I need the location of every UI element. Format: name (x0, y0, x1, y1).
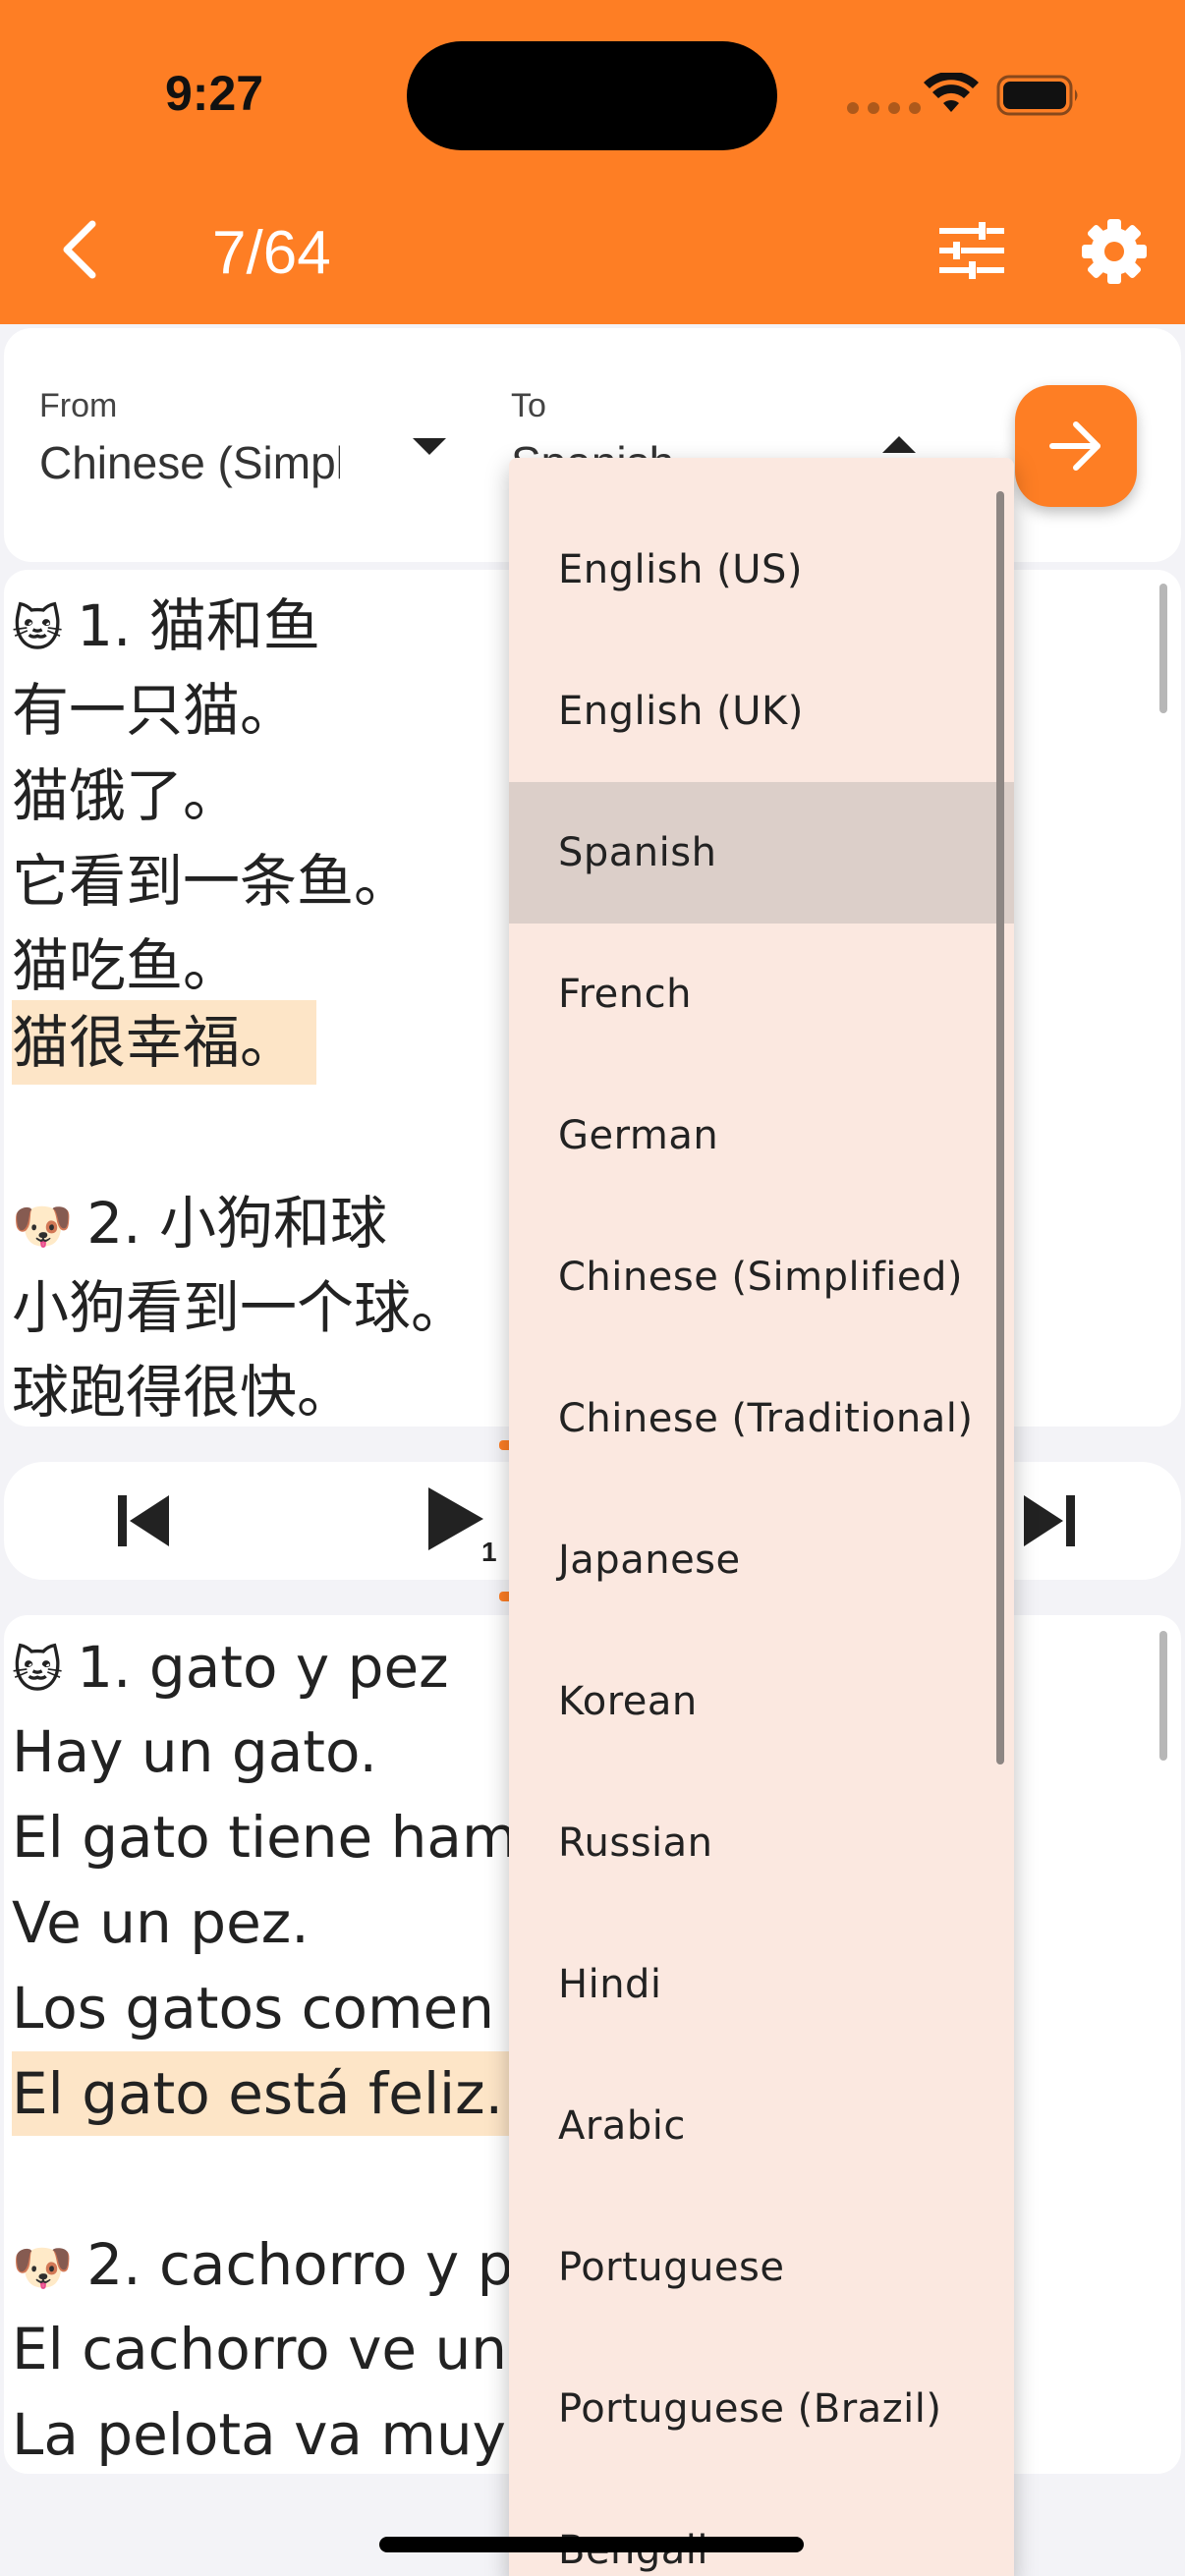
text-line: 🐱 1. 猫和鱼 (12, 592, 320, 659)
language-option[interactable]: Portuguese (Brazil) (509, 2338, 1014, 2480)
page-counter: 7/64 (212, 219, 331, 287)
text-line: La pelota va muy (12, 2401, 506, 2468)
highlighted-text-line: El gato está feliz. (12, 2051, 524, 2136)
language-option[interactable]: Bengali (509, 2480, 1014, 2576)
text-line: Ve un pez. (12, 1889, 310, 1956)
language-option[interactable]: Russian (509, 1772, 1014, 1914)
tune-icon[interactable] (939, 222, 1004, 279)
text-line: 球跑得很快。 (12, 1359, 355, 1426)
language-option[interactable]: Japanese (509, 1489, 1014, 1631)
translation-scrollbar[interactable] (1159, 1631, 1167, 1761)
cat-emoji-icon: 🐱 (12, 1642, 64, 1699)
language-option[interactable]: Arabic (509, 2055, 1014, 2197)
language-option[interactable]: Chinese (Traditional) (509, 1348, 1014, 1489)
language-option[interactable]: Chinese (Simplified) (509, 1206, 1014, 1348)
dog-emoji-icon: 🐶 (12, 2239, 74, 2296)
text-line: 小狗看到一个球。 (12, 1274, 469, 1341)
status-time: 9:27 (165, 66, 264, 121)
language-option-selected[interactable]: Spanish (509, 782, 1014, 924)
highlighted-text-line: 猫很幸福。 (12, 1000, 317, 1085)
play-icon[interactable] (424, 1484, 487, 1554)
signal-dots-icon (847, 102, 921, 114)
gear-icon[interactable] (1081, 218, 1148, 285)
app-header: 9:27 7/64 (0, 0, 1185, 324)
language-option[interactable]: German (509, 1065, 1014, 1206)
language-option[interactable]: English (UK) (509, 641, 1014, 782)
dropdown-scrollbar[interactable] (996, 491, 1004, 1764)
language-options: English (US) English (UK) Spanish French… (509, 499, 1014, 2576)
chevron-up-icon[interactable] (882, 436, 916, 453)
language-option[interactable]: Hindi (509, 1914, 1014, 2055)
source-scrollbar[interactable] (1159, 584, 1167, 713)
translate-button[interactable] (1015, 385, 1137, 507)
text-line: 🐶 2. cachorro y p (12, 2231, 514, 2298)
text-line: 🐶 2. 小狗和球 (12, 1190, 388, 1257)
skip-previous-icon[interactable] (112, 1489, 175, 1552)
skip-next-icon[interactable] (1018, 1489, 1081, 1552)
from-language-select[interactable]: Chinese (Simplified) (39, 436, 340, 489)
dynamic-island (407, 41, 777, 150)
from-label: From (39, 387, 118, 424)
language-option[interactable]: English (US) (509, 499, 1014, 641)
text-line: El cachorro ve un (12, 2316, 508, 2382)
chevron-down-icon[interactable] (413, 438, 446, 455)
text-line: Los gatos comen (12, 1975, 494, 2042)
text-line: Hay un gato. (12, 1718, 377, 1785)
dog-emoji-icon: 🐶 (12, 1198, 74, 1255)
language-dropdown-menu: English (US) English (UK) Spanish French… (509, 458, 1014, 2576)
playback-speed-label: 1 (481, 1537, 497, 1567)
home-indicator[interactable] (379, 2537, 804, 2552)
text-line: 它看到一条鱼。 (12, 848, 412, 915)
language-option[interactable]: French (509, 924, 1014, 1065)
language-option[interactable]: Korean (509, 1631, 1014, 1772)
text-line: 🐱 1. gato y pez (12, 1634, 449, 1701)
back-icon[interactable] (57, 218, 112, 281)
battery-icon (996, 75, 1078, 116)
text-line: 猫吃鱼。 (12, 932, 241, 999)
arrow-right-icon (1049, 421, 1100, 471)
wifi-icon (924, 73, 979, 112)
to-label: To (511, 387, 546, 424)
language-option[interactable]: Portuguese (509, 2197, 1014, 2338)
cat-emoji-icon: 🐱 (12, 600, 64, 657)
text-line: El gato tiene ham (12, 1804, 518, 1871)
text-line: 有一只猫。 (12, 677, 298, 744)
text-line: 猫饿了。 (12, 762, 241, 829)
